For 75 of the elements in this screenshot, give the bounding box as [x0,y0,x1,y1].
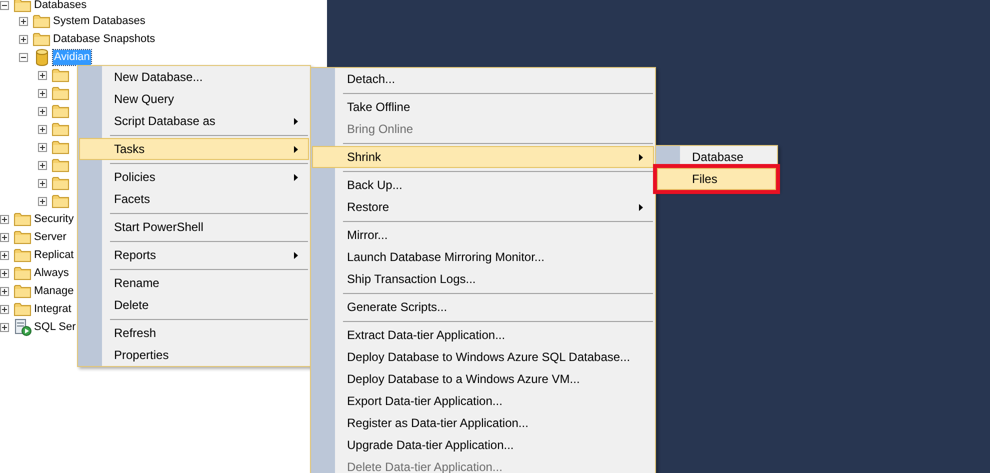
collapse-toggle-icon[interactable] [0,0,9,10]
menu-item[interactable]: Launch Database Mirroring Monitor... [312,246,654,268]
menu-item[interactable]: Detach... [312,68,654,90]
folder-icon [52,194,69,208]
menu-item[interactable]: Tasks [79,138,309,160]
folder-icon [52,158,69,172]
folder-icon [33,32,50,46]
tree-node-label[interactable]: Security [34,212,74,226]
expand-toggle-icon[interactable] [38,88,47,98]
tree-node-label[interactable]: Always [34,266,69,280]
expand-toggle-icon[interactable] [0,250,9,260]
expand-toggle-icon[interactable] [38,70,47,80]
menu-item[interactable]: Rename [79,272,309,294]
menu-item[interactable]: Register as Data-tier Application... [312,412,654,434]
folder-icon [52,86,69,100]
menu-item[interactable]: Refresh [79,322,309,344]
menu-item[interactable]: Database [657,146,776,168]
tree-node-label[interactable]: Integrat [34,302,72,316]
menu-item[interactable]: Start PowerShell [79,216,309,238]
expand-toggle-icon[interactable] [0,268,9,278]
folder-icon [52,122,69,136]
menu-item[interactable]: Shrink [312,146,654,168]
tree-node-label[interactable]: System Databases [53,14,146,28]
tree-node-label[interactable]: Manage [34,284,74,298]
server-agent-icon [14,318,32,336]
expand-toggle-icon[interactable] [0,232,9,242]
menu-item[interactable]: Properties [79,344,309,366]
expand-toggle-icon[interactable] [0,214,9,224]
folder-icon [14,0,31,12]
menu-item[interactable]: Back Up... [312,174,654,196]
expand-toggle-icon[interactable] [0,304,9,314]
folder-icon [14,248,31,262]
menu-item[interactable]: New Query [79,88,309,110]
menu-item[interactable]: New Database... [79,66,309,88]
menu-item[interactable]: Generate Scripts... [312,296,654,318]
expand-toggle-icon[interactable] [0,322,9,332]
expand-toggle-icon[interactable] [38,124,47,134]
menu-item[interactable]: Export Data-tier Application... [312,390,654,412]
expand-toggle-icon[interactable] [19,34,28,44]
expand-toggle-icon[interactable] [38,160,47,170]
menu-item[interactable]: Ship Transaction Logs... [312,268,654,290]
database-icon [36,48,48,66]
tree-node-label[interactable]: Server [34,230,66,244]
folder-icon [52,140,69,154]
expand-toggle-icon[interactable] [38,178,47,188]
folder-icon [14,302,31,316]
folder-icon [14,212,31,226]
expand-toggle-icon[interactable] [38,106,47,116]
tree-node-label[interactable]: SQL Ser [34,320,76,334]
expand-toggle-icon[interactable] [38,196,47,206]
expand-toggle-icon[interactable] [38,142,47,152]
folder-icon [52,176,69,190]
folder-icon [14,230,31,244]
tree-node-label[interactable]: Replicat [34,248,74,262]
folder-icon [52,68,69,82]
menu-item[interactable]: Facets [79,188,309,210]
menu-item[interactable]: Upgrade Data-tier Application... [312,434,654,456]
folder-icon [14,284,31,298]
tree-node-label[interactable]: Database Snapshots [53,32,156,46]
menu-item[interactable]: Reports [79,244,309,266]
expand-toggle-icon[interactable] [0,286,9,296]
menu-item[interactable]: Extract Data-tier Application... [312,324,654,346]
menu-item[interactable]: Mirror... [312,224,654,246]
menu-item[interactable]: Take Offline [312,96,654,118]
folder-icon [33,14,50,28]
menu-item[interactable]: Policies [79,166,309,188]
menu-item[interactable]: Script Database as [79,110,309,132]
menu-item[interactable]: Deploy Database to a Windows Azure VM... [312,368,654,390]
expand-toggle-icon[interactable] [19,16,28,26]
menu-item[interactable]: Delete [79,294,309,316]
menu-item[interactable]: Deploy Database to Windows Azure SQL Database... [312,346,654,368]
menu-item[interactable]: Restore [312,196,654,218]
collapse-toggle-icon[interactable] [19,52,28,62]
folder-icon [52,104,69,118]
folder-icon [14,266,31,280]
